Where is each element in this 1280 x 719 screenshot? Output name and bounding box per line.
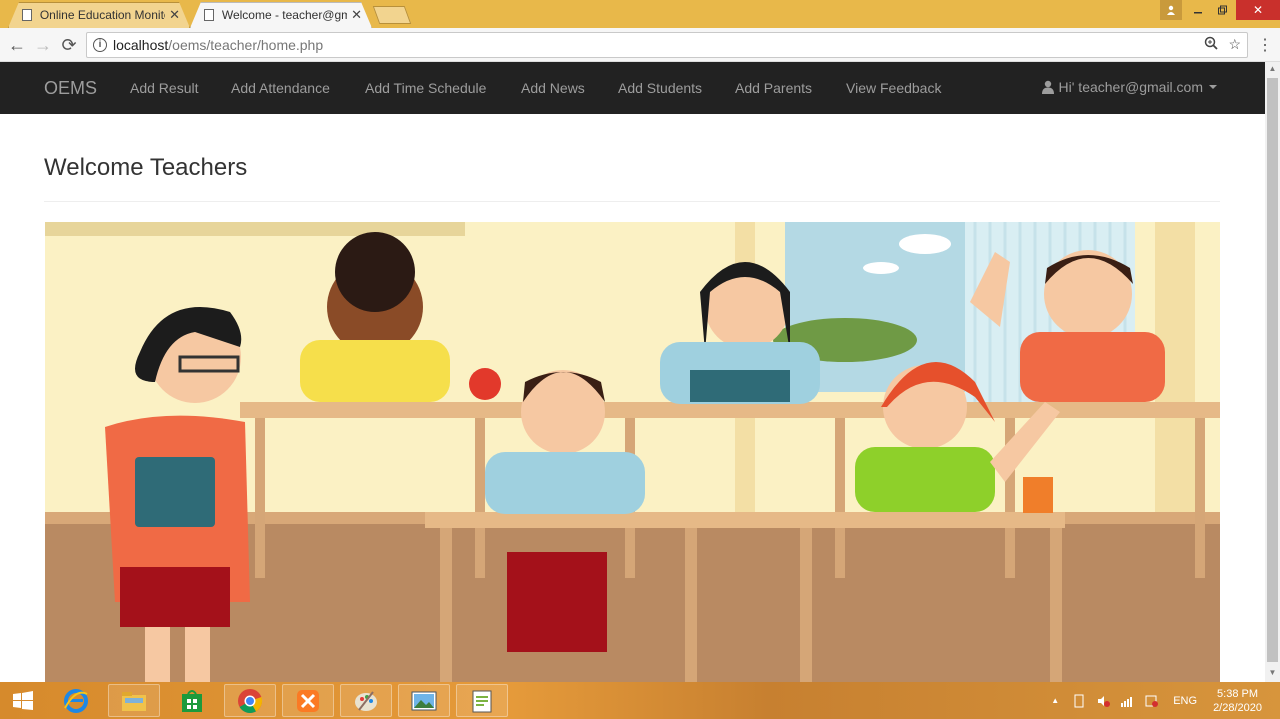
internet-explorer-icon[interactable] bbox=[50, 684, 102, 717]
windows-taskbar: ▲ ENG 5:38 PM 2/28/2020 bbox=[0, 682, 1280, 719]
browser-tab-strip: Online Education Monitor ✕ Welcome - tea… bbox=[0, 0, 1280, 28]
nav-add-result[interactable]: Add Result bbox=[130, 80, 198, 96]
forward-icon[interactable]: → bbox=[32, 34, 54, 56]
nav-add-students[interactable]: Add Students bbox=[618, 80, 702, 96]
scrollbar-thumb[interactable] bbox=[1267, 78, 1278, 662]
nav-add-news[interactable]: Add News bbox=[521, 80, 585, 96]
user-label: Hi' teacher@gmail.com bbox=[1058, 79, 1203, 95]
restore-icon[interactable] bbox=[1210, 0, 1234, 20]
tab-title: Online Education Monitor bbox=[39, 8, 166, 22]
user-dropdown[interactable]: Hi' teacher@gmail.com bbox=[1041, 79, 1217, 95]
close-tab-icon[interactable]: ✕ bbox=[169, 7, 180, 23]
page-title: Welcome Teachers bbox=[44, 154, 248, 181]
close-tab-icon[interactable]: ✕ bbox=[351, 7, 362, 23]
reload-icon[interactable]: ⟳ bbox=[58, 34, 80, 56]
scroll-up-icon[interactable]: ▲ bbox=[1265, 62, 1280, 76]
device-icon[interactable] bbox=[1072, 694, 1086, 708]
notepad-plus-icon[interactable] bbox=[456, 684, 508, 717]
brand-link[interactable]: OEMS bbox=[44, 78, 97, 99]
clock-time: 5:38 PM bbox=[1217, 687, 1259, 700]
classroom-banner-image bbox=[45, 222, 1220, 682]
nav-add-time-schedule[interactable]: Add Time Schedule bbox=[365, 80, 486, 96]
profile-icon[interactable] bbox=[1160, 0, 1182, 20]
info-icon[interactable]: i bbox=[93, 38, 107, 52]
caret-down-icon bbox=[1209, 85, 1217, 89]
url-path: /oems/teacher/home.php bbox=[168, 37, 324, 53]
language-indicator[interactable]: ENG bbox=[1173, 695, 1197, 707]
nav-add-attendance[interactable]: Add Attendance bbox=[231, 80, 330, 96]
photos-icon[interactable] bbox=[398, 684, 450, 717]
tab-title: Welcome - teacher@gmail.com bbox=[221, 8, 348, 22]
chrome-icon[interactable] bbox=[224, 684, 276, 717]
store-icon[interactable] bbox=[166, 684, 218, 717]
xampp-icon[interactable] bbox=[282, 684, 334, 717]
paint-icon[interactable] bbox=[340, 684, 392, 717]
start-icon[interactable] bbox=[0, 684, 46, 717]
minimize-icon[interactable] bbox=[1186, 0, 1210, 20]
back-icon[interactable]: ← bbox=[6, 34, 28, 56]
volume-muted-icon[interactable] bbox=[1096, 694, 1111, 708]
nav-add-parents[interactable]: Add Parents bbox=[735, 80, 812, 96]
zoom-icon[interactable] bbox=[1204, 36, 1219, 53]
network-icon[interactable] bbox=[1120, 694, 1134, 708]
bookmark-star-icon[interactable]: ☆ bbox=[1228, 36, 1241, 53]
scroll-down-icon[interactable]: ▼ bbox=[1265, 666, 1280, 680]
clock-date: 2/28/2020 bbox=[1213, 701, 1262, 714]
show-hidden-icons-icon[interactable]: ▲ bbox=[1051, 696, 1059, 705]
close-window-icon[interactable]: ✕ bbox=[1236, 0, 1280, 20]
nav-view-feedback[interactable]: View Feedback bbox=[846, 80, 941, 96]
page-icon bbox=[22, 9, 32, 21]
page-scrollbar[interactable]: ▲ ▼ bbox=[1265, 62, 1280, 682]
user-icon bbox=[1041, 80, 1054, 94]
file-explorer-icon[interactable] bbox=[108, 684, 160, 717]
page-icon bbox=[204, 9, 214, 21]
site-navbar: OEMS Add Result Add Attendance Add Time … bbox=[0, 62, 1265, 114]
new-tab-button[interactable] bbox=[372, 6, 412, 24]
system-tray: ▲ ENG 5:38 PM 2/28/2020 bbox=[1051, 682, 1280, 719]
divider bbox=[44, 201, 1220, 202]
action-center-icon[interactable] bbox=[1144, 694, 1159, 708]
menu-icon[interactable]: ⋮ bbox=[1254, 34, 1276, 56]
tab-online-education[interactable]: Online Education Monitor ✕ bbox=[8, 2, 190, 28]
url-host: localhost bbox=[113, 37, 169, 53]
clock[interactable]: 5:38 PM 2/28/2020 bbox=[1213, 687, 1262, 715]
tab-welcome[interactable]: Welcome - teacher@gmail.com ✕ bbox=[190, 2, 372, 28]
browser-toolbar: ← → ⟳ i localhost/oems/teacher/home.php … bbox=[0, 28, 1280, 62]
address-bar[interactable]: i localhost/oems/teacher/home.php ☆ bbox=[86, 32, 1248, 58]
